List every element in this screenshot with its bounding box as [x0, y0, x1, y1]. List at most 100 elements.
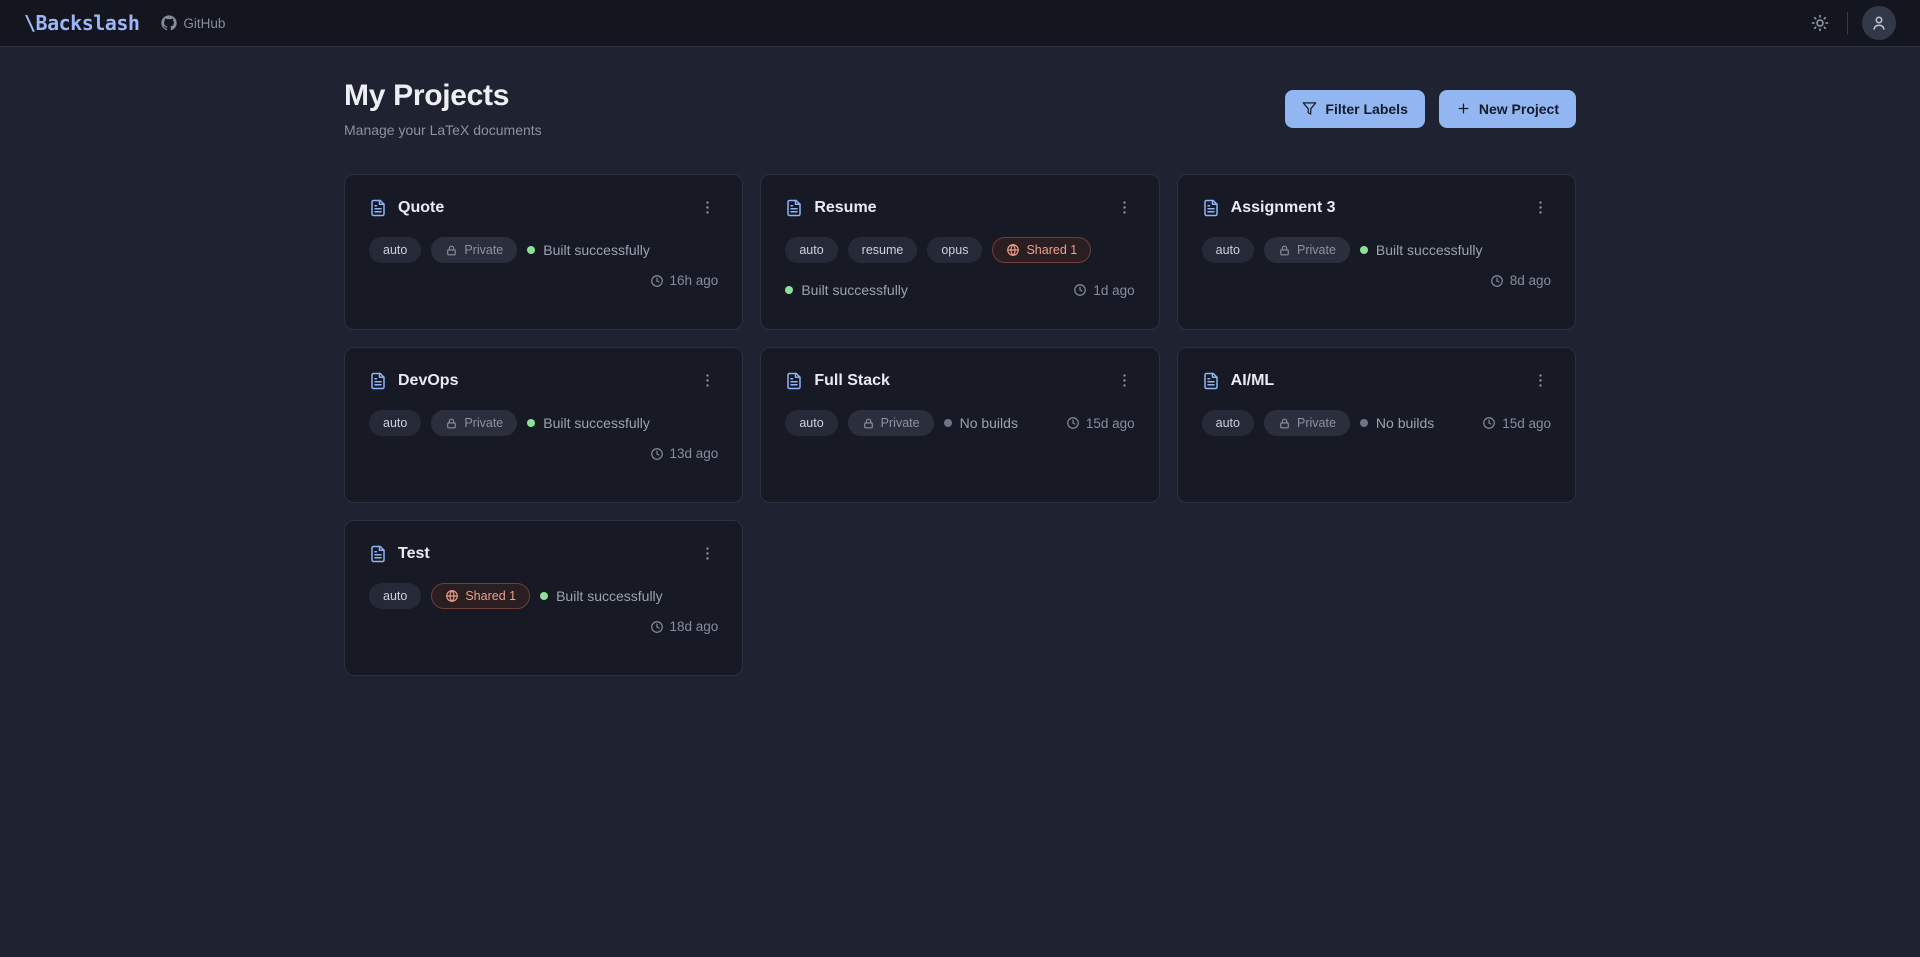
- project-card[interactable]: Test autoShared 1Built successfully18d a…: [344, 520, 743, 676]
- time-ago-text: 16h ago: [670, 273, 719, 288]
- project-menu-button[interactable]: [697, 543, 718, 564]
- project-card[interactable]: Assignment 3 autoPrivateBuilt successful…: [1177, 174, 1576, 330]
- project-title: Assignment 3: [1231, 199, 1336, 217]
- filter-labels-button[interactable]: Filter Labels: [1285, 90, 1424, 128]
- build-status: No builds: [1360, 415, 1434, 431]
- card-meta-row-primary: auto Private Built successfully13d ago: [369, 410, 718, 461]
- project-title: AI/ML: [1231, 372, 1275, 390]
- build-status-dot: [527, 419, 535, 427]
- label-pill: opus: [927, 237, 982, 263]
- project-title: Test: [398, 545, 430, 563]
- clock-icon: [1482, 416, 1496, 430]
- card-meta-row-primary: auto Private Built successfully 16h ago: [369, 237, 718, 288]
- card-meta-row-primary: auto Private No builds 15d ago: [785, 410, 1134, 436]
- private-badge: Private: [431, 410, 517, 436]
- last-updated: 15d ago: [1482, 416, 1551, 431]
- clock-icon: [1490, 274, 1504, 288]
- build-status-text: No builds: [1376, 415, 1434, 431]
- user-icon: [1870, 14, 1888, 32]
- label-pill: auto: [369, 237, 421, 263]
- clock-icon: [650, 274, 664, 288]
- build-status-dot: [540, 592, 548, 600]
- build-status: Built successfully: [1360, 242, 1483, 258]
- github-icon: [161, 15, 177, 31]
- project-menu-button[interactable]: [1530, 370, 1551, 391]
- build-status-dot: [527, 246, 535, 254]
- time-ago-text: 8d ago: [1510, 273, 1551, 288]
- build-status-text: Built successfully: [543, 242, 650, 258]
- build-status-text: Built successfully: [543, 415, 650, 431]
- lock-icon: [862, 417, 875, 430]
- build-status: Built successfully: [527, 242, 650, 258]
- private-badge: Private: [1264, 237, 1350, 263]
- ellipsis-vertical-icon: [1532, 199, 1549, 216]
- project-card[interactable]: Full Stack auto Private No builds 15d ago: [760, 347, 1159, 503]
- project-menu-button[interactable]: [1114, 370, 1135, 391]
- app-logo[interactable]: \Backslash: [24, 11, 139, 35]
- project-card[interactable]: Resume autoresumeopusShared 1 Built succ…: [760, 174, 1159, 330]
- project-menu-button[interactable]: [697, 370, 718, 391]
- ellipsis-vertical-icon: [699, 545, 716, 562]
- lock-icon: [445, 244, 458, 257]
- ellipsis-vertical-icon: [1116, 199, 1133, 216]
- github-link[interactable]: GitHub: [161, 15, 225, 31]
- file-text-icon: [785, 199, 803, 217]
- theme-toggle-button[interactable]: [1807, 10, 1833, 36]
- file-text-icon: [369, 199, 387, 217]
- label-pill: auto: [785, 237, 837, 263]
- filter-labels-label: Filter Labels: [1325, 101, 1407, 117]
- file-text-icon: [369, 372, 387, 390]
- file-text-icon: [785, 372, 803, 390]
- build-status-text: Built successfully: [1376, 242, 1483, 258]
- project-title: DevOps: [398, 372, 458, 390]
- private-badge-label: Private: [464, 243, 503, 257]
- last-updated: 18d ago: [650, 619, 719, 634]
- ellipsis-vertical-icon: [699, 199, 716, 216]
- private-badge: Private: [848, 410, 934, 436]
- private-badge-label: Private: [1297, 416, 1336, 430]
- project-menu-button[interactable]: [1530, 197, 1551, 218]
- build-status-dot: [944, 419, 952, 427]
- clock-icon: [650, 447, 664, 461]
- card-meta-row-secondary: Built successfully1d ago: [785, 282, 1134, 298]
- page-header: My Projects Manage your LaTeX documents …: [344, 79, 1576, 138]
- ellipsis-vertical-icon: [699, 372, 716, 389]
- shared-badge: Shared 1: [431, 583, 530, 609]
- shared-badge-label: Shared 1: [465, 589, 516, 603]
- last-updated: 13d ago: [650, 446, 719, 461]
- page-subtitle: Manage your LaTeX documents: [344, 122, 542, 138]
- clock-icon: [650, 620, 664, 634]
- label-pill: auto: [785, 410, 837, 436]
- build-status-dot: [1360, 419, 1368, 427]
- clock-icon: [1073, 283, 1087, 297]
- build-status-dot: [785, 286, 793, 294]
- lock-icon: [445, 417, 458, 430]
- time-ago-text: 15d ago: [1502, 416, 1551, 431]
- private-badge-label: Private: [881, 416, 920, 430]
- card-meta-row-primary: autoShared 1Built successfully18d ago: [369, 583, 718, 634]
- time-ago-text: 1d ago: [1093, 283, 1134, 298]
- project-card[interactable]: DevOps auto Private Built successfully13d …: [344, 347, 743, 503]
- project-menu-button[interactable]: [1114, 197, 1135, 218]
- new-project-button[interactable]: New Project: [1439, 90, 1576, 128]
- last-updated: 16h ago: [650, 273, 719, 288]
- globe-icon: [1006, 243, 1020, 257]
- user-avatar[interactable]: [1862, 6, 1896, 40]
- time-ago-text: 18d ago: [670, 619, 719, 634]
- projects-grid: Quote autoPrivateBuilt successfully16h a…: [344, 174, 1576, 676]
- build-status: No builds: [944, 415, 1018, 431]
- project-card[interactable]: AI/ML autoPrivateNo builds15d ago: [1177, 347, 1576, 503]
- new-project-label: New Project: [1479, 101, 1559, 117]
- last-updated: 15d ago: [1066, 416, 1135, 431]
- last-updated: 8d ago: [1490, 273, 1551, 288]
- project-menu-button[interactable]: [697, 197, 718, 218]
- sun-icon: [1811, 14, 1829, 32]
- label-pill: auto: [369, 410, 421, 436]
- project-card[interactable]: Quote autoPrivateBuilt successfully16h a…: [344, 174, 743, 330]
- private-badge: Private: [1264, 410, 1350, 436]
- ellipsis-vertical-icon: [1116, 372, 1133, 389]
- project-title: Full Stack: [814, 372, 890, 390]
- label-pill: auto: [369, 583, 421, 609]
- private-badge-label: Private: [464, 416, 503, 430]
- shared-badge: Shared 1: [992, 237, 1091, 263]
